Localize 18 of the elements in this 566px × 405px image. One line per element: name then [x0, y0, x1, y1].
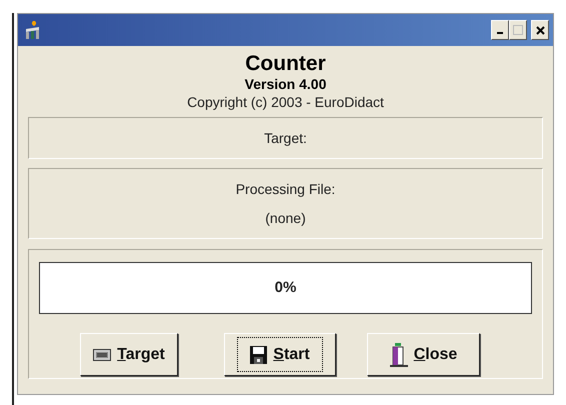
progress-reading: 0%: [274, 278, 296, 298]
target-label: Target:: [264, 128, 307, 148]
start-button[interactable]: Start: [224, 333, 336, 376]
door-icon: [390, 342, 408, 367]
card-icon: [93, 348, 112, 361]
close-button[interactable]: Close: [367, 333, 480, 376]
version-text: Version 4.00: [244, 76, 328, 92]
copyright-text: Copyright (c) 2003 - EuroDidact: [186, 94, 385, 110]
app-title: Counter: [244, 52, 327, 76]
target-button[interactable]: Target: [80, 333, 178, 376]
file-name-text: (none): [265, 208, 306, 228]
maximize-icon: [513, 25, 523, 35]
processing-label: Processing File:: [236, 180, 336, 199]
close-icon: [536, 26, 544, 34]
app-icon: [24, 20, 42, 40]
maximize-button[interactable]: [509, 20, 527, 40]
close-button[interactable]: [531, 20, 549, 40]
minimize-button[interactable]: [491, 20, 509, 40]
